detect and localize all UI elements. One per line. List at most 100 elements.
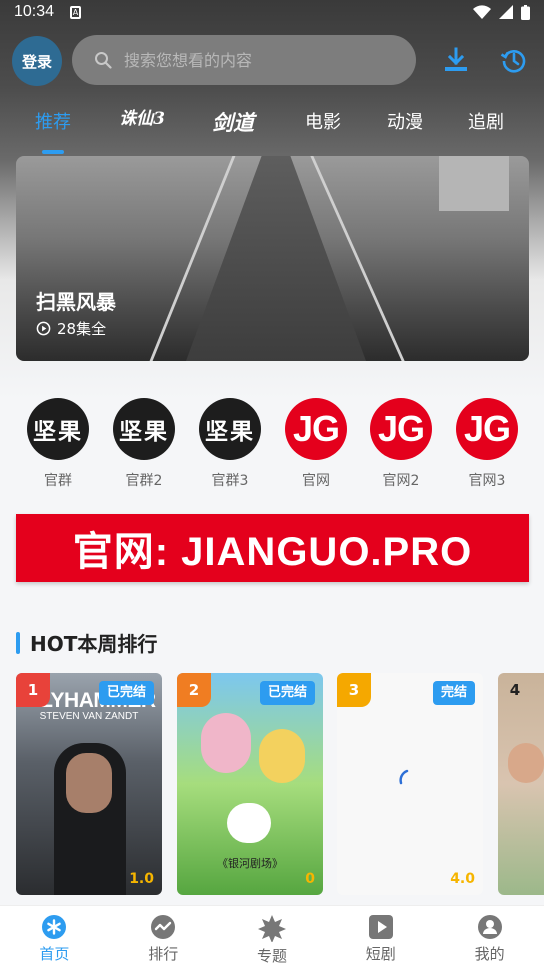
section-accent-bar [16, 631, 20, 654]
login-button[interactable]: 登录 [12, 36, 62, 86]
notification-icon: A [70, 5, 82, 19]
banner-title: 扫黑风暴 [36, 290, 116, 314]
nav-mine[interactable]: 我的 [435, 906, 544, 975]
poster-mascot [227, 803, 271, 843]
circle-label: 官群3 [211, 473, 249, 489]
jg-logo-red: JG [456, 398, 518, 460]
poster-caption: 《银河剧场》 [217, 857, 283, 870]
circle-label: 官网 [302, 473, 330, 489]
search-input[interactable] [124, 50, 384, 70]
signal-icon [499, 5, 513, 19]
status-badge: 已完结 [98, 681, 154, 705]
home-asterisk-icon [42, 915, 67, 939]
circle-text: JG [463, 408, 511, 449]
ranking-card-4[interactable]: 4 [498, 673, 544, 895]
nav-topic[interactable]: 专题 [218, 906, 327, 975]
jianguo-logo-black: 坚果 [199, 398, 261, 460]
circle-label: 官群 [44, 473, 72, 489]
loading-spinner-icon [399, 769, 409, 785]
nav-mine-label: 我的 [474, 945, 505, 963]
play-box-icon [368, 915, 393, 939]
circle-text: 坚果 [33, 418, 83, 445]
circle-label: 官群2 [125, 473, 163, 489]
bottom-nav: 首页 排行 专题 短剧 我的 [0, 905, 544, 975]
user-icon [477, 915, 502, 939]
nav-short[interactable]: 短剧 [326, 906, 435, 975]
section-header: HOT本周排行 [16, 628, 157, 657]
jg-logo-red: JG [285, 398, 347, 460]
banner-episodes-text: 28集全 [57, 320, 107, 338]
poster-subtitle: STEVEN VAN ZANDT [39, 711, 139, 722]
rank-badge: 2 [177, 673, 211, 707]
app-root: 10:34 A 登录 推荐 诛仙3 剑道 电 [0, 0, 544, 975]
tab-recommend[interactable]: 推荐 [32, 110, 74, 140]
link-group-2[interactable]: 坚果 官群2 [109, 398, 179, 490]
category-tabs: 推荐 诛仙3 剑道 电影 动漫 追剧 [0, 96, 544, 154]
status-time: 10:34 [14, 3, 55, 20]
tab-indicator [42, 150, 64, 154]
rank-wave-icon [151, 915, 176, 939]
ranking-card-3[interactable]: 3 完结 4.0 [337, 673, 483, 895]
poster-character-1 [201, 713, 251, 773]
nav-rank[interactable]: 排行 [109, 906, 218, 975]
tab-movie[interactable]: 电影 [302, 110, 344, 140]
rank-badge: 1 [16, 673, 50, 707]
search-box[interactable] [72, 35, 416, 85]
download-icon[interactable] [442, 46, 470, 74]
link-site-1[interactable]: JG 官网 [281, 398, 351, 490]
rank-badge: 4 [509, 681, 521, 699]
search-icon [95, 52, 112, 69]
play-circle-icon [36, 321, 51, 336]
history-icon[interactable] [500, 46, 528, 74]
link-site-3[interactable]: JG 官网3 [452, 398, 522, 490]
battery-icon [521, 4, 530, 20]
section-title: HOT本周排行 [30, 632, 158, 656]
ranking-card-2[interactable]: 《银河剧场》 2 已完结 0 [177, 673, 323, 895]
status-badge: 完结 [432, 681, 475, 705]
topic-star-icon [257, 915, 286, 942]
group-links: 坚果 官群 坚果 官群2 坚果 官群3 JG 官网 JG 官网2 JG 官网3 [0, 398, 544, 498]
jg-logo-red: JG [370, 398, 432, 460]
circle-text: JG [292, 408, 340, 449]
top-bar: 登录 [0, 34, 544, 86]
status-right [473, 4, 530, 20]
banner-road [186, 156, 366, 361]
ranking-list: LILYHAMMER STEVEN VAN ZANDT 1 已完结 1.0 《银… [0, 673, 544, 903]
status-badge: 已完结 [259, 681, 315, 705]
nav-topic-label: 专题 [256, 947, 287, 965]
link-site-2[interactable]: JG 官网2 [366, 398, 436, 490]
circle-label: 官网2 [382, 473, 420, 489]
zhuxian3-logo: 诛仙3 [119, 109, 165, 129]
circle-text: 坚果 [119, 418, 169, 445]
poster-face [66, 753, 112, 813]
site-ad-banner[interactable]: 官网: JIANGUO.PRO [16, 514, 529, 582]
banner-building [439, 156, 509, 211]
tab-anime[interactable]: 动漫 [384, 110, 426, 140]
poster-character-2 [259, 729, 305, 783]
jianguo-logo-black: 坚果 [113, 398, 175, 460]
ranking-card-1[interactable]: LILYHAMMER STEVEN VAN ZANDT 1 已完结 1.0 [16, 673, 162, 895]
nav-home[interactable]: 首页 [0, 906, 109, 975]
circle-label: 官网3 [468, 473, 506, 489]
circle-text: JG [377, 408, 425, 449]
jianguo-logo-black: 坚果 [27, 398, 89, 460]
link-group-3[interactable]: 坚果 官群3 [195, 398, 265, 490]
poster-figure [508, 743, 544, 783]
circle-text: 坚果 [205, 418, 255, 445]
nav-rank-label: 排行 [148, 945, 179, 963]
link-group-1[interactable]: 坚果 官群 [23, 398, 93, 490]
wifi-icon [473, 5, 491, 19]
jiandao-logo: 剑道 [212, 110, 254, 135]
nav-short-label: 短剧 [365, 945, 396, 963]
score: 1.0 [129, 871, 154, 887]
rank-badge: 3 [337, 673, 371, 707]
tab-series[interactable]: 追剧 [465, 110, 507, 140]
status-bar: 10:34 A [0, 0, 544, 24]
tab-zhuxian3[interactable]: 诛仙3 [112, 110, 172, 140]
featured-banner[interactable]: 扫黑风暴 28集全 [16, 156, 529, 361]
score: 4.0 [450, 871, 475, 887]
tab-jiandao[interactable]: 剑道 [206, 110, 260, 140]
banner-episodes: 28集全 [36, 318, 106, 339]
score: 0 [305, 871, 315, 887]
nav-home-label: 首页 [39, 945, 70, 963]
